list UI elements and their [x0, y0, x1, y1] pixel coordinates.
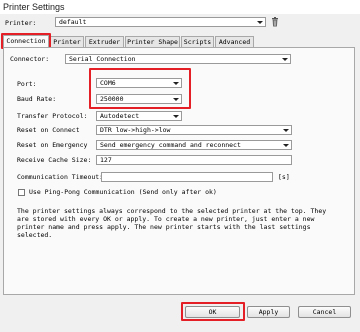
chevron-down-icon: [283, 144, 289, 147]
communication-timeout-input[interactable]: [101, 172, 273, 182]
reset-on-connect-label: Reset on Connect: [17, 126, 80, 134]
reset-on-connect-value: DTR low->high->low: [100, 126, 171, 134]
printer-label: Printer:: [5, 19, 37, 27]
chevron-down-icon: [173, 115, 179, 118]
trash-icon[interactable]: [270, 17, 280, 27]
port-select[interactable]: COM6: [96, 78, 182, 88]
reset-on-emergency-label: Reset on Emergency: [17, 141, 88, 149]
reset-on-emergency-select[interactable]: Send emergency command and reconnect: [96, 140, 292, 150]
ping-pong-label: Use Ping-Pong Communication (Send only a…: [29, 188, 217, 196]
communication-timeout-label: Communication Timeout:: [17, 173, 104, 181]
printer-select-value: default: [59, 18, 87, 26]
chevron-down-icon: [173, 82, 179, 85]
apply-button[interactable]: Apply: [247, 306, 290, 318]
receive-cache-size-label: Receive Cache Size:: [17, 156, 92, 164]
window-title: Printer Settings: [3, 2, 65, 12]
reset-on-emergency-value: Send emergency command and reconnect: [100, 141, 241, 149]
baud-rate-select[interactable]: 250000: [96, 94, 182, 104]
connector-label: Connector:: [10, 55, 50, 63]
tab-scripts[interactable]: Scripts: [181, 36, 214, 47]
reset-on-connect-select[interactable]: DTR low->high->low: [96, 125, 292, 135]
transfer-protocol-select-value: Autodetect: [100, 112, 140, 120]
tab-advanced[interactable]: Advanced: [215, 36, 254, 47]
port-select-value: COM6: [100, 79, 116, 87]
tab-extruder[interactable]: Extruder: [85, 36, 124, 47]
transfer-protocol-label: Transfer Protocol:: [17, 112, 88, 120]
timeout-unit-label: [s]: [278, 173, 290, 181]
printer-select[interactable]: default: [55, 17, 266, 27]
receive-cache-size-value: 127: [100, 156, 112, 164]
transfer-protocol-select[interactable]: Autodetect: [96, 111, 182, 121]
connector-select-value: Serial Connection: [69, 55, 136, 63]
chevron-down-icon: [282, 58, 288, 61]
receive-cache-size-input[interactable]: 127: [96, 155, 292, 165]
connector-select[interactable]: Serial Connection: [65, 54, 291, 64]
chevron-down-icon: [257, 21, 263, 24]
chevron-down-icon: [173, 98, 179, 101]
ping-pong-checkbox[interactable]: [18, 189, 25, 196]
cancel-button[interactable]: Cancel: [298, 306, 351, 318]
chevron-down-icon: [283, 129, 289, 132]
baud-rate-select-value: 250000: [100, 95, 124, 103]
tab-printer[interactable]: Printer: [50, 36, 84, 47]
settings-description: The printer settings always correspond t…: [17, 207, 327, 239]
ok-button[interactable]: OK: [185, 306, 240, 318]
tab-printer-shape[interactable]: Printer Shape: [125, 36, 180, 47]
baud-rate-label: Baud Rate:: [17, 95, 57, 103]
port-label: Port:: [17, 80, 37, 88]
title-bar: Printer Settings: [0, 0, 360, 14]
